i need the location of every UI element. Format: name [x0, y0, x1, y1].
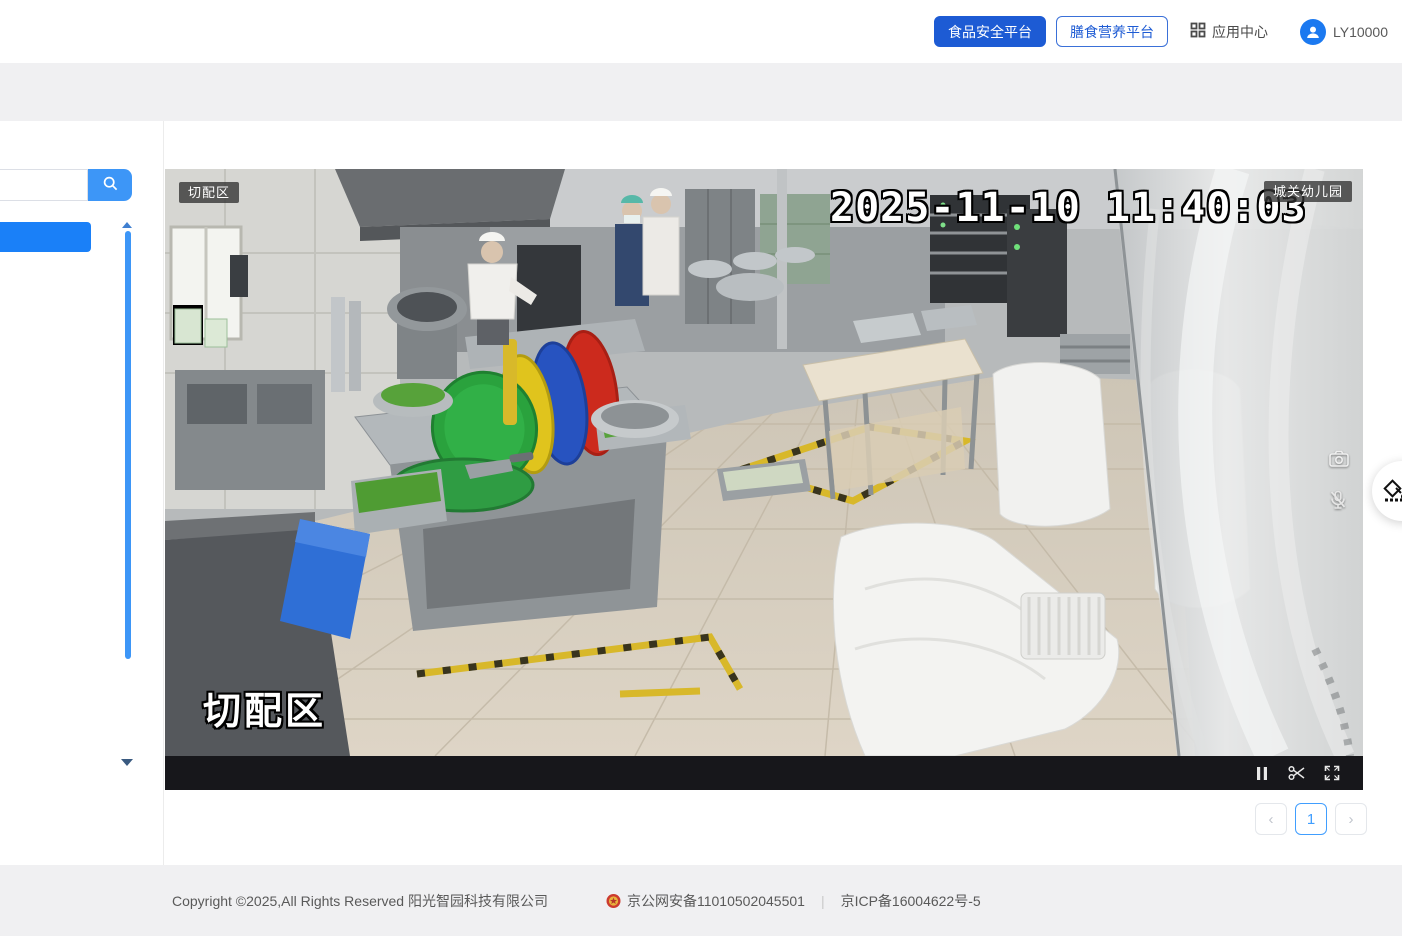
fullscreen-button[interactable] [1321, 762, 1343, 784]
icp-record-link[interactable]: 京ICP备16004622号-5 [841, 891, 981, 911]
prev-page-button[interactable]: ‹ [1255, 803, 1287, 835]
fullscreen-icon [1324, 765, 1340, 781]
police-record-link[interactable]: 京公网安备11010502045501 [627, 891, 805, 911]
top-navbar: 食品安全平台 膳食营养平台 应用中心 LY10000 [0, 0, 1402, 63]
site-chip: 城关幼儿园 [1264, 181, 1352, 202]
copyright-text: Copyright ©2025,All Rights Reserved 阳光智园… [172, 891, 548, 911]
clip-scissors-icon [1288, 765, 1306, 781]
footer-divider: | [821, 893, 825, 909]
page-footer: Copyright ©2025,All Rights Reserved 阳光智园… [0, 865, 1402, 936]
osd-zone-label: 切配区 [203, 693, 326, 731]
clip-button[interactable] [1286, 762, 1308, 784]
user-menu[interactable]: LY10000 [1300, 19, 1388, 45]
selected-tree-node[interactable] [0, 222, 91, 252]
mic-muted-icon[interactable] [1329, 490, 1347, 510]
police-badge-icon [606, 893, 621, 909]
search-icon [102, 175, 119, 195]
page-1-button[interactable]: 1 [1295, 803, 1327, 835]
nutrition-platform-button[interactable]: 膳食营养平台 [1056, 16, 1168, 47]
app-center-label: 应用中心 [1212, 22, 1268, 42]
panel-divider [163, 121, 164, 865]
next-page-button[interactable]: › [1335, 803, 1367, 835]
search-button[interactable] [88, 169, 132, 201]
video-player: 切配区 城关幼儿园 2025-11-10 11:40:03 切配区 [165, 169, 1363, 790]
video-control-bar [165, 756, 1363, 790]
navbar-right-group: 食品安全平台 膳食营养平台 应用中心 LY10000 [934, 0, 1388, 63]
scrollbar-down-arrow[interactable] [121, 759, 133, 766]
pause-icon [1255, 766, 1269, 781]
theme-widget-tab[interactable] [1372, 461, 1402, 521]
user-avatar-icon [1300, 19, 1326, 45]
osd-timestamp: 2025-11-10 11:40:03 [830, 188, 1307, 228]
paint-bucket-icon [1382, 478, 1402, 504]
food-safety-platform-button[interactable]: 食品安全平台 [934, 16, 1046, 47]
scrollbar-thumb[interactable] [125, 231, 131, 659]
camera-snapshot-icon[interactable] [1329, 450, 1349, 467]
username-label: LY10000 [1333, 24, 1388, 40]
video-surface[interactable]: 切配区 城关幼儿园 2025-11-10 11:40:03 切配区 [165, 169, 1363, 756]
pause-button[interactable] [1251, 762, 1273, 784]
subheader-band [0, 63, 1402, 121]
cctv-kitchen-scene [165, 169, 1363, 756]
zone-chip: 切配区 [179, 182, 239, 203]
pagination: ‹ 1 › [1255, 803, 1367, 835]
app-center-button[interactable]: 应用中心 [1190, 22, 1268, 42]
search-input[interactable] [0, 169, 88, 201]
app-grid-icon [1190, 22, 1206, 41]
video-overlay-tools [1329, 450, 1349, 510]
scrollbar-up-arrow[interactable] [122, 222, 132, 228]
